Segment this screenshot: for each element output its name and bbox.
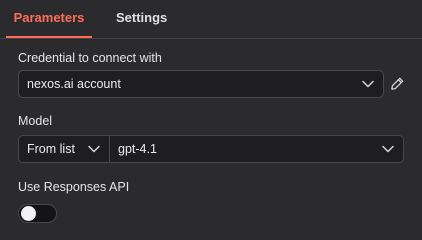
- tab-settings[interactable]: Settings: [116, 0, 167, 37]
- model-select-value: gpt-4.1: [118, 142, 157, 156]
- model-mode-value: From list: [27, 142, 75, 156]
- model-mode-select[interactable]: From list: [18, 135, 110, 163]
- tab-parameters[interactable]: Parameters: [6, 0, 92, 38]
- credential-select-value: nexos.ai account: [27, 77, 121, 91]
- chevron-down-icon: [382, 145, 394, 153]
- responses-api-label: Use Responses API: [18, 180, 130, 194]
- responses-api-toggle[interactable]: [18, 204, 57, 223]
- model-select[interactable]: gpt-4.1: [109, 135, 404, 163]
- chevron-down-icon: [362, 80, 374, 88]
- tab-bar: Parameters Settings: [0, 0, 422, 39]
- toggle-knob: [21, 206, 36, 221]
- credential-label: Credential to connect with: [18, 51, 162, 65]
- credential-select[interactable]: nexos.ai account: [18, 70, 384, 98]
- model-label: Model: [18, 114, 53, 128]
- chevron-down-icon: [88, 145, 100, 153]
- pencil-icon[interactable]: [390, 76, 405, 91]
